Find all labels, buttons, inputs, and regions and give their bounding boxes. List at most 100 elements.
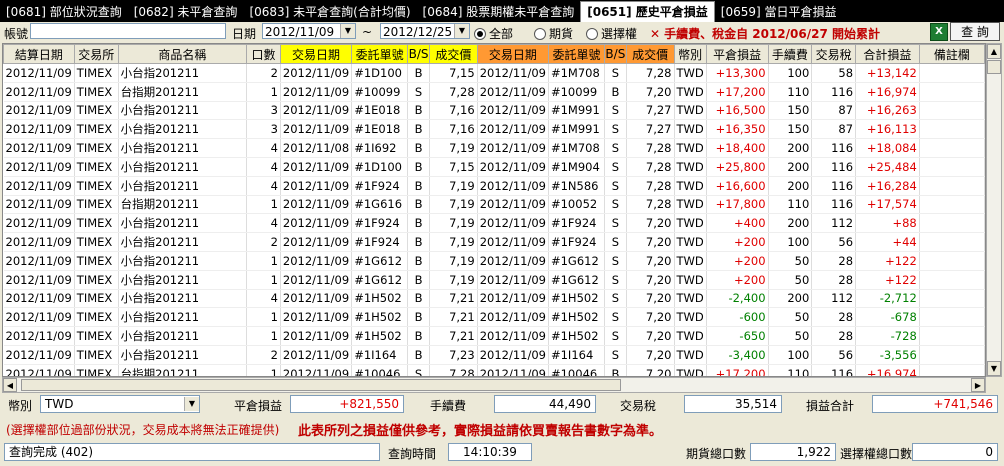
table-cell-tax: 112 [811, 213, 857, 234]
table-cell-remark [919, 307, 985, 328]
table-row[interactable]: 2012/11/09 TIMEX 小台指201211 1 2012/11/09 #1H50… [3, 307, 985, 328]
table-cell-fee: 110 [768, 364, 813, 376]
tab-0684[interactable]: [0684] 股票期權未平倉查詢 [417, 2, 581, 22]
date-to-select[interactable]: 2012/12/25 ▼ [380, 23, 470, 39]
table-cell-close-price: 7,28 [626, 176, 675, 196]
table-cell-close-trade-date: 2012/11/09 [477, 82, 549, 102]
table-cell-open-order-no: #10099 [351, 82, 409, 102]
table-row[interactable]: 2012/11/09 TIMEX 台指期201211 1 2012/11/09 #1009… [3, 82, 985, 102]
table-cell-open-bs: B [407, 307, 431, 328]
chevron-down-icon[interactable]: ▼ [340, 24, 355, 38]
table-cell-total: +16,974 [855, 82, 920, 102]
radio-all[interactable]: 全部 [474, 25, 513, 42]
table-cell-close-trade-date: 2012/11/09 [477, 119, 549, 140]
table-cell-total: -678 [855, 307, 920, 328]
column-header-tax[interactable]: 交易稅 [811, 44, 857, 64]
radio-options[interactable]: 選擇權 [586, 25, 637, 42]
table-cell-close-trade-date: 2012/11/09 [477, 157, 549, 177]
date-from-select[interactable]: 2012/11/09 ▼ [262, 23, 356, 39]
table-cell-open-price: 7,19 [429, 138, 478, 158]
column-header-close-order-no[interactable]: 委託單號 [547, 44, 605, 64]
excel-export-icon[interactable]: X [930, 23, 948, 41]
tab-0682[interactable]: [0682] 未平倉查詢 [128, 2, 244, 22]
account-input[interactable] [30, 23, 226, 39]
table-row[interactable]: 2012/11/09 TIMEX 小台指201211 4 2012/11/09 #1H50… [3, 289, 985, 309]
column-header-fee[interactable]: 手續費 [767, 44, 813, 64]
table-cell-remark [919, 251, 985, 271]
column-header-close-trade-date[interactable]: 交易日期 [476, 44, 549, 64]
table-cell-close-bs: B [604, 364, 627, 376]
table-cell-open-bs: B [407, 251, 431, 271]
column-header-open-order-no[interactable]: 委託單號 [351, 44, 409, 64]
column-header-open-price[interactable]: 成交價 [429, 44, 478, 64]
scroll-thumb[interactable] [987, 60, 1001, 74]
column-header-close-price[interactable]: 成交價 [625, 44, 675, 64]
column-header-open-bs[interactable]: B/S [407, 44, 431, 64]
column-header-exchange[interactable]: 交易所 [73, 44, 119, 64]
query-button[interactable]: 查 詢 [950, 22, 1000, 41]
table-row[interactable]: 2012/11/09 TIMEX 小台指201211 1 2012/11/09 #1H50… [3, 326, 985, 346]
table-cell-open-price: 7,19 [429, 232, 478, 252]
radio-futures[interactable]: 期貨 [534, 25, 573, 42]
column-header-lots[interactable]: 口數 [246, 44, 281, 64]
tab-0681[interactable]: [0681] 部位狀況查詢 [0, 2, 128, 22]
table-cell-close-order-no: #1M708 [548, 63, 605, 83]
table-cell-open-price: 7,19 [429, 195, 478, 215]
table-cell-close-order-no: #1N586 [548, 176, 605, 196]
scroll-up-icon[interactable]: ▲ [987, 44, 1001, 59]
tab-0651[interactable]: [0651] 歷史平倉損益 [580, 1, 715, 22]
tab-0683[interactable]: [0683] 未平倉查詢(合計均價) [243, 2, 416, 22]
table-cell-fee: 110 [768, 82, 813, 102]
table-row[interactable]: 2012/11/09 TIMEX 小台指201211 2 2012/11/09 #1F92… [3, 232, 985, 252]
table-cell-open-bs: B [407, 289, 431, 309]
table-cell-exchange: TIMEX [74, 307, 119, 328]
tab-0659[interactable]: [0659] 當日平倉損益 [715, 2, 843, 22]
horizontal-scrollbar[interactable]: ◀ ▶ [2, 377, 986, 393]
table-cell-currency: TWD [674, 82, 707, 102]
table-row[interactable]: 2012/11/09 TIMEX 小台指201211 3 2012/11/09 #1E01… [3, 101, 985, 121]
table-cell-close-bs: S [604, 345, 627, 365]
table-row[interactable]: 2012/11/09 TIMEX 小台指201211 2 2012/11/09 #1I16… [3, 345, 985, 365]
currency-select[interactable]: TWD ▼ [40, 395, 200, 413]
scroll-down-icon[interactable]: ▼ [987, 361, 1001, 376]
table-row[interactable]: 2012/11/09 TIMEX 台指期201211 1 2012/11/09 #1G61… [3, 195, 985, 215]
fee-notice: ✕ 手續費、稅金自 2012/06/27 開始累計 [650, 25, 880, 42]
column-header-close-bs[interactable]: B/S [603, 44, 627, 64]
table-cell-close-bs: S [604, 101, 627, 121]
table-cell-currency: TWD [674, 63, 707, 83]
table-cell-exchange: TIMEX [74, 364, 119, 376]
table-cell-close-trade-date: 2012/11/09 [477, 364, 549, 376]
table-cell-close-bs: S [604, 119, 627, 140]
vertical-scrollbar[interactable]: ▲ ▼ [986, 43, 1002, 377]
column-header-pnl[interactable]: 平倉損益 [705, 44, 769, 64]
column-header-remark[interactable]: 備註欄 [918, 44, 985, 64]
scroll-thumb[interactable] [21, 379, 621, 391]
scroll-right-icon[interactable]: ▶ [971, 378, 985, 392]
column-header-total[interactable]: 合計損益 [855, 44, 920, 64]
chevron-down-icon[interactable]: ▼ [184, 397, 199, 411]
table-cell-open-trade-date: 2012/11/09 [280, 213, 353, 234]
table-row[interactable]: 2012/11/09 TIMEX 小台指201211 4 2012/11/09 #1F92… [3, 176, 985, 196]
chevron-down-icon[interactable]: ▼ [454, 24, 469, 38]
column-header-open-trade-date[interactable]: 交易日期 [279, 44, 353, 64]
table-row[interactable]: 2012/11/09 TIMEX 小台指201211 1 2012/11/09 #1G61… [3, 270, 985, 290]
column-header-currency[interactable]: 幣別 [673, 44, 707, 64]
table-cell-currency: TWD [674, 345, 707, 365]
table-row[interactable]: 2012/11/09 TIMEX 小台指201211 4 2012/11/09 #1F92… [3, 213, 985, 234]
table-row[interactable]: 2012/11/09 TIMEX 小台指201211 4 2012/11/09 #1D10… [3, 157, 985, 177]
table-cell-open-order-no: #1E018 [351, 119, 409, 140]
table-cell-open-order-no: #1G616 [351, 195, 409, 215]
table-cell-lots: 4 [246, 213, 281, 234]
table-cell-total: -728 [855, 326, 920, 346]
column-header-product[interactable]: 商品名稱 [117, 44, 248, 64]
table-row[interactable]: 2012/11/09 TIMEX 小台指201211 2 2012/11/09 #1D10… [3, 63, 985, 83]
radio-all-label: 全部 [489, 27, 514, 41]
table-row[interactable]: 2012/11/09 TIMEX 小台指201211 4 2012/11/08 #1I69… [3, 138, 985, 158]
scroll-left-icon[interactable]: ◀ [3, 378, 17, 392]
table-row[interactable]: 2012/11/09 TIMEX 小台指201211 3 2012/11/09 #1E01… [3, 119, 985, 140]
table-cell-settle-date: 2012/11/09 [3, 270, 75, 290]
column-header-settle-date[interactable]: 結算日期 [3, 44, 75, 64]
table-row[interactable]: 2012/11/09 TIMEX 台指期201211 1 2012/11/09 #1004… [3, 364, 985, 376]
table-row[interactable]: 2012/11/09 TIMEX 小台指201211 1 2012/11/09 #1G61… [3, 251, 985, 271]
table-cell-close-trade-date: 2012/11/09 [477, 326, 549, 346]
